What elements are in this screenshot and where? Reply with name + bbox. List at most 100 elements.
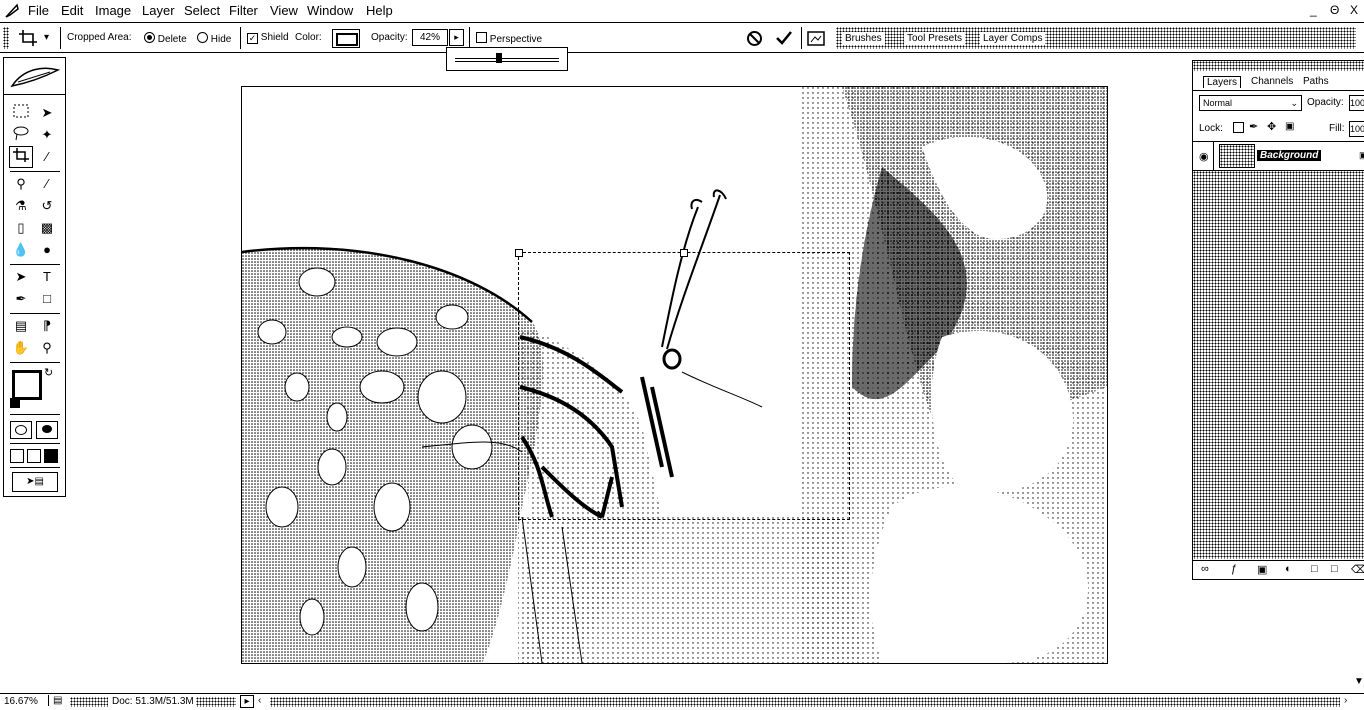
scroll-right-arrow[interactable]: › [1344,695,1347,706]
type-icon[interactable]: T [36,267,58,287]
status-fill [196,697,236,707]
opacity-slider-thumb[interactable] [495,53,502,63]
menu-window[interactable]: Window [307,3,353,18]
palette-well-tab-tool-presets[interactable]: Tool Presets [904,32,966,45]
default-colors-icon[interactable] [10,398,20,408]
gradient-icon[interactable]: ▩ [36,218,58,238]
separator [10,171,60,172]
pen-icon[interactable]: ✒ [10,289,32,309]
move-icon[interactable]: ➤ [36,103,58,123]
photoshop-feather-icon[interactable] [10,64,60,90]
lock-transparency-icon[interactable] [1233,122,1244,133]
menu-help[interactable]: Help [366,3,393,18]
marquee-icon[interactable] [10,103,32,123]
swap-colors-icon[interactable]: ↻ [44,366,53,379]
opacity-input[interactable]: 42% [412,29,448,46]
eraser-icon[interactable]: ▯ [10,218,32,238]
standard-mode-icon[interactable] [10,421,32,439]
standard-screen-mode-icon[interactable] [10,449,24,463]
new-layer-icon[interactable]: □ [1331,563,1338,575]
eye-icon[interactable]: ◉ [1199,150,1209,163]
close-button[interactable]: X [1350,3,1358,17]
crop-handle-top[interactable] [680,249,688,257]
lock-all-icon[interactable]: ▣ [1285,121,1294,132]
hand-icon[interactable]: ✋ [10,338,32,358]
photoshop-feather-icon[interactable] [4,3,20,19]
hide-radio[interactable]: Hide [197,32,231,45]
layer-opacity-input[interactable]: 100% [1349,95,1364,111]
healing-brush-icon[interactable]: ⚲ [10,174,32,194]
horizontal-scrollbar[interactable] [270,697,1340,707]
zoom-level[interactable]: 16.67% [4,696,38,707]
opacity-slider-track[interactable] [455,58,559,62]
crop-selection[interactable] [515,249,850,520]
full-screen-mode-icon[interactable] [44,449,58,463]
delete-radio[interactable]: Delete [144,32,187,45]
cancel-icon[interactable] [746,30,763,47]
slice-icon[interactable]: ⁄ [36,147,58,167]
path-selection-icon[interactable]: ➤ [10,267,32,287]
zoom-icon[interactable]: ⚲ [36,338,58,358]
commit-checkmark-icon[interactable] [775,29,793,47]
layer-name[interactable]: Background [1257,150,1322,161]
jump-to-imageready-icon[interactable]: ➤▤ [12,472,58,492]
separator [1213,142,1214,170]
eyedropper-icon[interactable]: ⁋ [36,316,58,336]
notes-icon[interactable]: ▤ [10,316,32,336]
layer-opacity-label: Opacity: [1307,97,1344,108]
grip[interactable] [3,27,9,49]
menu-view[interactable]: View [270,3,298,18]
shield-checkbox[interactable]: ✓ Shield [247,32,289,44]
menu-edit[interactable]: Edit [61,3,83,18]
crop-handle-top-left[interactable] [515,249,523,257]
adjustment-layer-icon[interactable]: ◐ [1285,563,1292,575]
lock-image-icon[interactable]: ✒ [1249,120,1258,133]
delete-layer-icon[interactable]: ⌫ [1351,563,1364,576]
layer-style-icon[interactable]: ƒ [1231,563,1237,575]
document-canvas[interactable] [241,86,1108,664]
dodge-icon[interactable]: ● [36,240,58,260]
fill-input[interactable]: 100% [1349,121,1364,137]
foreground-color-swatch[interactable] [12,370,42,400]
lock-icon: ▣ [1359,150,1364,160]
link-layers-icon[interactable]: ∞ [1201,563,1209,575]
crop-icon[interactable] [9,146,33,168]
crop-icon[interactable] [18,29,40,47]
magic-wand-icon[interactable]: ✦ [36,125,58,145]
brush-icon[interactable]: ∕ [36,174,58,194]
tab-channels[interactable]: Channels [1251,76,1293,87]
menu-select[interactable]: Select [184,3,220,18]
palette-well-tab-brushes[interactable]: Brushes [842,32,885,45]
panel-title-bar[interactable] [1193,61,1364,71]
tab-layers[interactable]: Layers [1203,76,1242,88]
scroll-down-arrow[interactable]: ▼ [1354,676,1364,687]
blur-icon[interactable]: 💧 [10,240,32,260]
lasso-icon[interactable] [10,125,32,145]
shape-icon[interactable]: □ [36,289,58,309]
file-browser-icon[interactable] [806,28,828,48]
status-info-icon[interactable]: ▤ [48,695,62,706]
menu-layer[interactable]: Layer [142,3,175,18]
blend-mode-select[interactable]: Normal ⌄ [1199,95,1302,111]
minimize-button[interactable]: _ [1310,3,1317,17]
tab-paths[interactable]: Paths [1303,76,1329,87]
new-group-icon[interactable]: □ [1311,563,1318,575]
scroll-left-arrow[interactable]: ‹ [258,695,261,706]
shield-color-swatch[interactable] [332,29,360,48]
lock-position-icon[interactable]: ✥ [1267,120,1276,133]
menu-filter[interactable]: Filter [229,3,258,18]
menu-image[interactable]: Image [95,3,131,18]
clone-stamp-icon[interactable]: ⚗ [10,196,32,216]
opacity-slider-toggle[interactable]: ▸ [449,29,464,46]
layer-mask-icon[interactable]: ▣ [1257,563,1267,576]
status-menu-arrow[interactable]: ▸ [240,695,254,708]
restore-button[interactable]: Θ [1330,3,1339,17]
menu-file[interactable]: File [28,3,49,18]
full-screen-menu-mode-icon[interactable] [27,449,41,463]
layer-row-background[interactable]: ◉ Background ▣ [1193,141,1364,171]
tool-preset-dropdown[interactable]: ▾ [44,32,49,43]
history-brush-icon[interactable]: ↺ [36,196,58,216]
perspective-checkbox[interactable]: Perspective [476,32,542,45]
palette-well-tab-layer-comps[interactable]: Layer Comps [980,32,1046,45]
quick-mask-mode-icon[interactable] [36,421,58,439]
